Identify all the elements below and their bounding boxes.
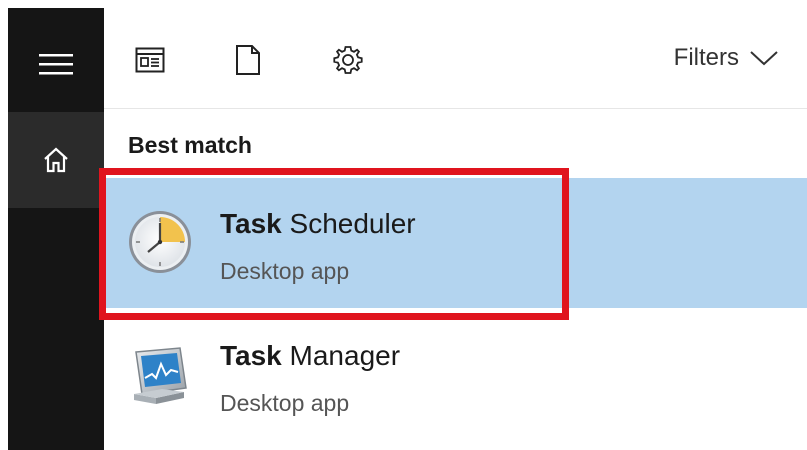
settings-filter-button[interactable] — [330, 42, 366, 78]
result-title-match: Task — [220, 208, 282, 239]
result-title-rest: Scheduler — [281, 208, 416, 239]
apps-filter-button[interactable] — [132, 42, 168, 78]
clock-icon — [129, 211, 191, 273]
result-item-task-manager[interactable]: Task Manager Desktop app — [104, 310, 807, 440]
documents-filter-button[interactable] — [230, 42, 266, 78]
home-button[interactable] — [8, 112, 104, 208]
hamburger-menu-icon — [39, 54, 73, 75]
toolbar: Filters — [104, 8, 807, 109]
sidebar — [8, 8, 104, 450]
result-title: Task Manager — [220, 340, 400, 372]
section-title-best-match: Best match — [128, 132, 252, 158]
task-manager-icon — [134, 347, 187, 404]
document-icon — [236, 45, 260, 75]
chevron-down-icon — [750, 51, 778, 66]
search-results-panel: Filters Best match Task Scheduler Deskto… — [104, 8, 807, 450]
apps-window-icon — [135, 47, 165, 73]
result-title-match: Task — [220, 340, 282, 371]
result-type: Desktop app — [220, 390, 350, 416]
result-item-task-scheduler[interactable]: Task Scheduler Desktop app — [104, 178, 807, 308]
result-type: Desktop app — [220, 258, 350, 284]
result-title: Task Scheduler — [220, 208, 416, 240]
gear-icon — [333, 46, 363, 74]
search-window: Filters Best match Task Scheduler Deskto… — [0, 0, 807, 450]
filters-label: Filters — [673, 44, 739, 71]
filters-dropdown[interactable]: Filters — [674, 44, 779, 72]
home-icon — [44, 147, 68, 173]
result-title-rest: Manager — [281, 340, 401, 371]
menu-button[interactable] — [8, 16, 104, 112]
